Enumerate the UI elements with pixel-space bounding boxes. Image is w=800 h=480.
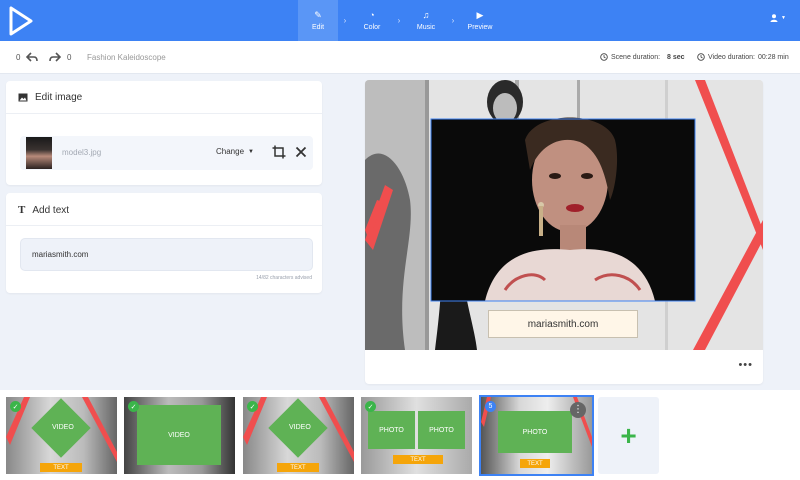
clip-options-icon[interactable]: ⋮ bbox=[570, 402, 586, 418]
add-text-title: T Add text bbox=[18, 204, 69, 216]
scene-timeline: VIDEO TEXT ✓ VIDEO ✓ VIDEO TEXT ✓ PHOTO … bbox=[0, 390, 800, 480]
wizard-steps: ✎ Edit › ◔ Color › ♫ Music › ▶ Preview bbox=[298, 0, 513, 41]
image-filename: model3.jpg bbox=[62, 148, 102, 157]
more-options-button[interactable]: ••• bbox=[738, 359, 753, 371]
video-placeholder-box: VIDEO bbox=[137, 405, 221, 465]
app-header: ✎ Edit › ◔ Color › ♫ Music › ▶ Preview ▼ bbox=[0, 0, 800, 41]
undo-icon bbox=[26, 52, 39, 62]
preview-caption-text: mariasmith.com bbox=[527, 318, 599, 330]
done-check-icon: ✓ bbox=[128, 401, 139, 412]
step-label: Color bbox=[363, 24, 381, 31]
timeline-clip-1[interactable]: VIDEO TEXT ✓ bbox=[6, 397, 117, 474]
caption-text-input[interactable] bbox=[20, 238, 313, 271]
clock-icon bbox=[600, 53, 608, 61]
done-check-icon: ✓ bbox=[10, 401, 21, 412]
step-edit[interactable]: ✎ Edit bbox=[298, 0, 338, 41]
step-label: Preview bbox=[467, 24, 493, 31]
text-format-icon: T bbox=[18, 204, 26, 216]
character-count-hint: 14/82 characters advised bbox=[256, 275, 312, 281]
done-check-icon: ✓ bbox=[365, 401, 376, 412]
preview-caption-box[interactable]: mariasmith.com bbox=[488, 310, 638, 338]
step-preview[interactable]: ▶ Preview bbox=[460, 0, 500, 41]
music-note-icon: ♫ bbox=[422, 10, 430, 20]
photo-placeholder-box: PHOTO bbox=[368, 411, 415, 449]
crop-icon[interactable] bbox=[272, 145, 286, 159]
video-duration-label: Video duration: bbox=[708, 53, 755, 61]
user-icon bbox=[770, 14, 778, 22]
undo-button[interactable]: 0 bbox=[16, 52, 39, 62]
step-separator: › bbox=[451, 16, 455, 25]
clip-label: VIDEO bbox=[52, 424, 74, 431]
app-logo-icon[interactable] bbox=[8, 6, 34, 36]
timeline-clip-3[interactable]: VIDEO TEXT ✓ bbox=[243, 397, 354, 474]
undo-count: 0 bbox=[16, 52, 21, 62]
text-placeholder-tag: TEXT bbox=[277, 463, 319, 472]
scene-duration-label: Scene duration: bbox=[611, 53, 661, 61]
timeline-clip-5[interactable]: PHOTO TEXT 5 ⋮ bbox=[479, 395, 594, 476]
user-menu[interactable]: ▼ bbox=[770, 14, 786, 22]
text-placeholder-tag: TEXT bbox=[520, 459, 550, 468]
clip-label: VIDEO bbox=[289, 424, 311, 431]
add-text-panel: T Add text 14/82 characters advised bbox=[6, 193, 322, 293]
redo-count: 0 bbox=[67, 52, 72, 62]
project-name[interactable]: Fashion Kaleidoscope bbox=[87, 53, 166, 62]
panel-title-text: Edit image bbox=[35, 92, 83, 103]
play-icon: ▶ bbox=[476, 10, 484, 20]
redo-button[interactable]: 0 bbox=[49, 52, 71, 62]
scene-duration-value: 8 sec bbox=[667, 53, 685, 61]
photo-placeholder-box: PHOTO bbox=[418, 411, 465, 449]
step-music[interactable]: ♫ Music bbox=[406, 0, 446, 41]
scene-preview[interactable]: mariasmith.com bbox=[365, 80, 763, 350]
scene-duration: Scene duration: 8 sec bbox=[600, 53, 685, 61]
clip-number-badge: 5 bbox=[485, 401, 496, 412]
edit-image-panel: Edit image model3.jpg Change ▼ bbox=[6, 81, 322, 185]
divider bbox=[6, 225, 322, 226]
plus-icon: + bbox=[620, 419, 637, 451]
timeline-clip-2[interactable]: VIDEO ✓ bbox=[124, 397, 235, 474]
redo-icon bbox=[49, 52, 61, 62]
chevron-down-icon: ▼ bbox=[781, 15, 786, 21]
project-toolbar: 0 0 Fashion Kaleidoscope Scene duration:… bbox=[0, 41, 800, 74]
remove-image-icon[interactable] bbox=[295, 146, 307, 158]
divider bbox=[6, 113, 322, 114]
text-placeholder-tag: TEXT bbox=[393, 455, 443, 464]
step-color[interactable]: ◔ Color bbox=[352, 0, 392, 41]
preview-card: mariasmith.com ••• bbox=[365, 80, 763, 384]
step-separator: › bbox=[397, 16, 401, 25]
step-label: Edit bbox=[311, 24, 325, 31]
pencil-icon: ✎ bbox=[314, 10, 322, 20]
add-scene-button[interactable]: + bbox=[598, 397, 659, 474]
change-label: Change bbox=[216, 147, 245, 156]
change-image-button[interactable]: Change ▼ bbox=[216, 147, 254, 156]
video-duration-value: 00:28 min bbox=[757, 53, 789, 61]
step-label: Music bbox=[416, 24, 436, 31]
clock-icon bbox=[697, 53, 705, 61]
image-icon bbox=[18, 93, 28, 102]
step-separator: › bbox=[343, 16, 347, 25]
image-thumbnail bbox=[26, 137, 52, 169]
video-duration: Video duration: 00:28 min bbox=[697, 53, 789, 61]
palette-icon: ◔ bbox=[369, 10, 375, 20]
timeline-clip-4[interactable]: PHOTO PHOTO TEXT ✓ bbox=[361, 397, 472, 474]
text-placeholder-tag: TEXT bbox=[40, 463, 82, 472]
caret-down-icon: ▼ bbox=[248, 148, 254, 155]
edit-image-title: Edit image bbox=[18, 92, 82, 103]
done-check-icon: ✓ bbox=[247, 401, 258, 412]
panel-title-text: Add text bbox=[32, 204, 70, 216]
image-file-row: model3.jpg Change ▼ bbox=[20, 136, 313, 170]
photo-placeholder-box: PHOTO bbox=[498, 411, 572, 453]
